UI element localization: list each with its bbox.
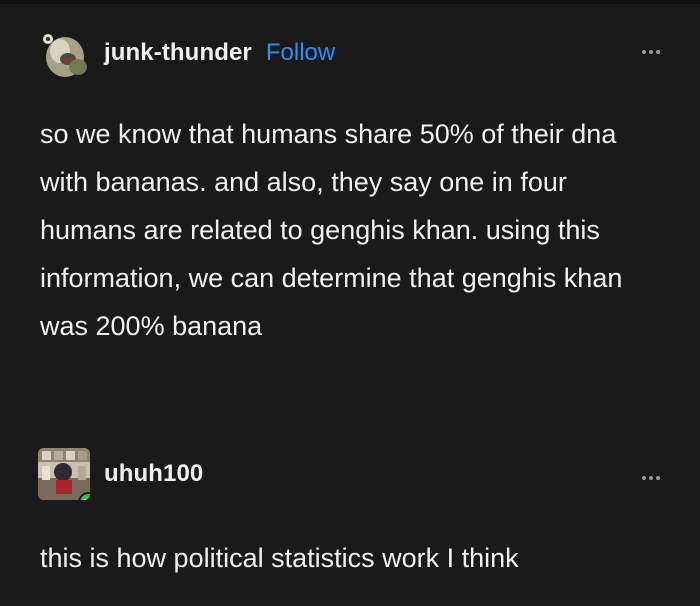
- post-header: junk-thunder Follow: [38, 27, 335, 79]
- dot: [649, 476, 653, 480]
- username[interactable]: uhuh100: [104, 460, 203, 488]
- avatar[interactable]: [38, 448, 90, 500]
- post-header: uhuh100: [38, 448, 203, 500]
- dot: [649, 50, 653, 54]
- follow-button[interactable]: Follow: [266, 39, 335, 67]
- dot: [642, 476, 646, 480]
- original-post: junk-thunder Follow so we know that huma…: [0, 0, 700, 430]
- username[interactable]: junk-thunder: [104, 39, 252, 67]
- room-avatar-icon: [38, 448, 90, 500]
- dot: [656, 476, 660, 480]
- post-text: this is how political statistics work I …: [40, 543, 519, 573]
- dot: [642, 50, 646, 54]
- post-text: so we know that humans share 50% of thei…: [40, 119, 623, 341]
- avatar[interactable]: [38, 27, 90, 79]
- dot: [656, 50, 660, 54]
- blob-creature-avatar-icon: [38, 27, 90, 79]
- reblog-comment: uhuh100 this is how political statistics…: [0, 430, 700, 606]
- reblog-arrows-icon: [84, 497, 90, 500]
- more-dots-icon[interactable]: [642, 50, 660, 54]
- more-dots-icon[interactable]: [642, 476, 660, 480]
